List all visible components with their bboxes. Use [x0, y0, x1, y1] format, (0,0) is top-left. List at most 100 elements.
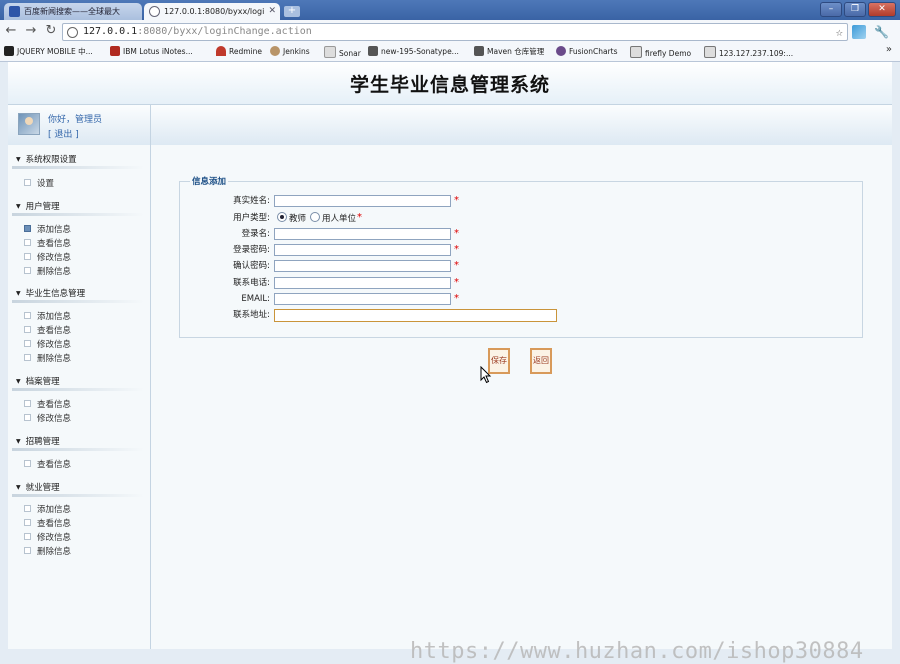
sidebar-menu: 系统权限设置 设置 用户管理 添加信息 查看信息 修改信息 删除信息 毕业生信息…	[8, 145, 151, 649]
sidebar-item-user-delete[interactable]: 删除信息	[24, 265, 71, 277]
bookmark-item[interactable]: new-195-Sonatype...	[368, 46, 459, 58]
usertype-teacher-radio[interactable]: 教师	[277, 212, 306, 226]
usertype-label: 用户类型:	[233, 213, 270, 223]
required-mark: *	[454, 293, 459, 304]
sidebar-section-recruitment[interactable]: 招聘管理	[16, 435, 60, 447]
page-info-icon	[67, 27, 78, 38]
email-label: EMAIL:	[241, 294, 270, 304]
close-window-button[interactable]: ✕	[868, 2, 896, 17]
required-mark: *	[454, 228, 459, 239]
main-content: 信息添加 真实姓名: * 用户类型: 教师 用人单位 * 登录名: * 登录密码…	[151, 145, 892, 649]
sidebar-item-user-view[interactable]: 查看信息	[24, 237, 71, 249]
address-label: 联系地址:	[233, 310, 270, 320]
sidebar-section-archives[interactable]: 档案管理	[16, 375, 60, 387]
url-host: 127.0.0.1	[83, 26, 138, 37]
bookmark-item[interactable]: IBM Lotus iNotes...	[110, 46, 193, 58]
minimize-button[interactable]: –	[820, 2, 842, 17]
page-icon	[630, 46, 642, 58]
bookmarks-bar: JQUERY MOBILE 中... IBM Lotus iNotes... R…	[0, 44, 900, 62]
divider	[12, 166, 144, 169]
password-label: 登录密码:	[233, 245, 270, 255]
browser-tab-current[interactable]: 127.0.0.1:8080/byxx/logi ✕	[144, 3, 280, 20]
sidebar-item-archive-edit[interactable]: 修改信息	[24, 412, 71, 424]
sidebar-item-graduate-edit[interactable]: 修改信息	[24, 338, 71, 350]
url-input[interactable]: 127.0.0.1:8080/byxx/loginChange.action ☆	[62, 23, 848, 41]
realname-label: 真实姓名:	[233, 196, 270, 206]
page-icon	[704, 46, 716, 58]
sidebar-item-employment-view[interactable]: 查看信息	[24, 517, 71, 529]
realname-input[interactable]	[274, 195, 451, 207]
sidebar-item-employment-edit[interactable]: 修改信息	[24, 531, 71, 543]
maximize-button[interactable]: ❐	[844, 2, 866, 17]
sidebar-section-employment[interactable]: 就业管理	[16, 481, 60, 493]
wrench-icon[interactable]: 🔧	[874, 25, 889, 39]
page-header: 学生毕业信息管理系统	[8, 62, 892, 104]
reload-icon[interactable]: ↻	[44, 24, 58, 38]
phone-input[interactable]	[274, 277, 451, 289]
sidebar-item-user-edit[interactable]: 修改信息	[24, 251, 71, 263]
sidebar-item-settings[interactable]: 设置	[24, 177, 54, 189]
sidebar-item-employment-delete[interactable]: 删除信息	[24, 545, 71, 557]
new-tab-button[interactable]: +	[284, 6, 300, 17]
required-mark: *	[454, 244, 459, 255]
divider	[150, 105, 151, 145]
url-path: :8080/byxx/loginChange.action	[137, 26, 312, 37]
web-page: 学生毕业信息管理系统 你好，管理员 [ 退出 ] 系统权限设置 设置 用户管理 …	[8, 62, 892, 664]
extension-icon[interactable]	[852, 25, 866, 39]
forward-arrow-icon[interactable]: →	[24, 24, 38, 38]
address-toolbar: ← → ↻ 127.0.0.1:8080/byxx/loginChange.ac…	[0, 20, 900, 44]
add-info-form: 信息添加 真实姓名: * 用户类型: 教师 用人单位 * 登录名: * 登录密码…	[179, 175, 863, 338]
required-mark: *	[454, 260, 459, 271]
globe-favicon-icon	[149, 6, 160, 17]
confirm-password-input[interactable]	[274, 260, 451, 272]
sonar-icon	[324, 46, 336, 58]
bookmark-item[interactable]: firefly Demo	[630, 46, 691, 60]
loginname-label: 登录名:	[241, 229, 270, 239]
folder-icon	[368, 46, 378, 56]
jenkins-icon	[270, 46, 280, 56]
sidebar-item-archive-view[interactable]: 查看信息	[24, 398, 71, 410]
sidebar-item-employment-add[interactable]: 添加信息	[24, 503, 71, 515]
sidebar-section-permissions[interactable]: 系统权限设置	[16, 153, 77, 165]
email-input[interactable]	[274, 293, 451, 305]
sidebar-item-user-add[interactable]: 添加信息	[24, 223, 71, 235]
bookmark-item[interactable]: Jenkins	[270, 46, 310, 58]
form-legend: 信息添加	[190, 175, 229, 187]
window-controls: – ❐ ✕	[820, 2, 896, 17]
tab-close-icon[interactable]: ✕	[268, 3, 276, 20]
redmine-icon	[216, 46, 226, 56]
sidebar-section-user-management[interactable]: 用户管理	[16, 200, 60, 212]
avatar	[18, 113, 40, 135]
confirm-password-label: 确认密码:	[233, 261, 270, 271]
divider	[12, 448, 144, 451]
bookmark-item[interactable]: Redmine	[216, 46, 262, 58]
loginname-input[interactable]	[274, 228, 451, 240]
radio-selected-icon	[277, 212, 287, 222]
address-input[interactable]	[274, 309, 557, 322]
back-button[interactable]: 返回	[530, 348, 552, 374]
browser-tab-baidu[interactable]: 百度新闻搜索——全球最大	[4, 3, 142, 20]
logout-link[interactable]: [ 退出 ]	[48, 127, 79, 140]
watermark-text: https://www.huzhan.com/ishop30884	[410, 639, 864, 664]
sidebar-item-graduate-add[interactable]: 添加信息	[24, 310, 71, 322]
browser-tab-strip: 百度新闻搜索——全球最大 127.0.0.1:8080/byxx/logi ✕ …	[0, 0, 900, 20]
bookmark-item[interactable]: Maven 仓库管理	[474, 46, 544, 58]
phone-label: 联系电话:	[233, 278, 270, 288]
sidebar-item-recruitment-view[interactable]: 查看信息	[24, 458, 71, 470]
page-title: 学生毕业信息管理系统	[349, 74, 550, 96]
bookmark-item[interactable]: 123.127.237.109:...	[704, 46, 793, 60]
more-bookmarks-icon[interactable]: »	[886, 44, 892, 55]
bookmark-item[interactable]: Sonar	[324, 46, 361, 60]
usertype-employer-radio[interactable]: 用人单位	[310, 212, 356, 226]
sidebar-item-graduate-view[interactable]: 查看信息	[24, 324, 71, 336]
sidebar-section-graduates[interactable]: 毕业生信息管理	[16, 287, 86, 299]
baidu-favicon-icon	[9, 6, 20, 17]
sidebar-item-graduate-delete[interactable]: 删除信息	[24, 352, 71, 364]
bookmark-star-icon[interactable]: ☆	[836, 24, 843, 40]
bookmark-item[interactable]: JQUERY MOBILE 中...	[4, 46, 93, 58]
divider	[12, 213, 144, 216]
password-input[interactable]	[274, 244, 451, 256]
back-arrow-icon[interactable]: ←	[4, 24, 18, 38]
bookmark-item[interactable]: FusionCharts	[556, 46, 618, 58]
tab-label: 百度新闻搜索——全球最大	[24, 7, 120, 16]
